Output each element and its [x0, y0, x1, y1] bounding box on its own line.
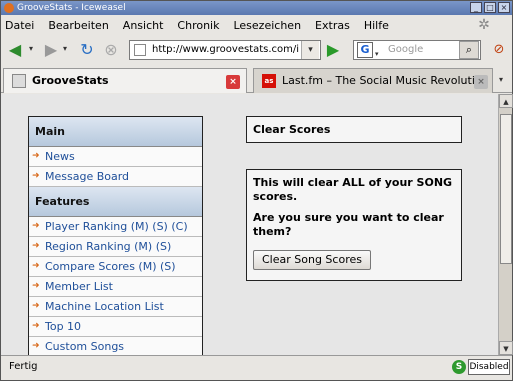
menu-bar: Datei Bearbeiten Ansicht Chronik Lesezei… — [1, 15, 512, 35]
close-window-button[interactable]: × — [498, 2, 510, 13]
reload-icon[interactable]: ↻ — [77, 40, 97, 60]
link-label[interactable]: Message Board — [45, 170, 129, 183]
go-button[interactable]: ▶ — [323, 40, 343, 60]
close-tab-icon[interactable]: × — [474, 75, 488, 89]
confirm-box: This will clear ALL of your SONG scores.… — [246, 169, 462, 281]
search-magnifier-icon[interactable]: ⌕ — [459, 41, 479, 59]
bullet-arrow-icon: ➜ — [32, 321, 40, 331]
noscript-disabled-badge[interactable]: Disabled — [468, 359, 510, 375]
tab-lastfm[interactable]: as Last.fm – The Social Music Revolution… — [253, 68, 493, 93]
link-label[interactable]: Top 10 — [45, 320, 81, 333]
link-label[interactable]: Member List — [45, 280, 113, 293]
url-bar[interactable]: http://www.groovestats.com/i — [129, 40, 321, 60]
link-label[interactable]: Compare Scores (M) (S) — [45, 260, 176, 273]
link-label[interactable]: Custom Songs — [45, 340, 124, 353]
menu-bearbeiten[interactable]: Bearbeiten — [48, 19, 108, 32]
bullet-arrow-icon: ➜ — [32, 221, 40, 231]
window-title: GrooveStats - Iceweasel — [17, 3, 126, 13]
browser-window: GrooveStats - Iceweasel _ □ × Datei Bear… — [0, 0, 513, 381]
page-content: Main ➜ News ➜ Message Board Features ➜ Play… — [1, 94, 498, 355]
search-placeholder: Google — [388, 44, 424, 55]
link-label[interactable]: Machine Location List — [45, 300, 164, 313]
status-text: Fertig — [9, 361, 38, 372]
noscript-status-icon[interactable]: S — [452, 360, 466, 374]
list-all-tabs-dropdown[interactable]: ▾ — [494, 72, 508, 88]
sidebar-section-features: Features — [29, 187, 202, 217]
sidebar-menu: Main ➜ News ➜ Message Board Features ➜ Play… — [28, 116, 203, 355]
bullet-arrow-icon: ➜ — [32, 171, 40, 181]
url-history-dropdown[interactable]: ▾ — [301, 41, 319, 59]
sidebar-link-machine-location-list[interactable]: ➜ Machine Location List — [29, 297, 202, 317]
url-text: http://www.groovestats.com/i — [152, 44, 300, 55]
tab-label: GrooveStats — [32, 74, 109, 87]
close-tab-icon[interactable]: × — [226, 75, 240, 89]
scroll-thumb[interactable] — [500, 114, 512, 264]
stop-icon[interactable]: ⊗ — [101, 40, 121, 60]
menu-lesezeichen[interactable]: Lesezeichen — [233, 19, 301, 32]
sidebar-link-compare-scores[interactable]: ➜ Compare Scores (M) (S) — [29, 257, 202, 277]
tab-groovestats[interactable]: GrooveStats × — [3, 68, 247, 93]
title-bar: GrooveStats - Iceweasel _ □ × — [1, 1, 512, 15]
sidebar-link-region-ranking[interactable]: ➜ Region Ranking (M) (S) — [29, 237, 202, 257]
tab-page-icon — [12, 74, 26, 88]
noscript-toolbar-icon[interactable]: ⊘ — [490, 41, 508, 59]
link-label[interactable]: Player Ranking (M) (S) (C) — [45, 220, 188, 233]
sidebar-link-custom-songs[interactable]: ➜ Custom Songs — [29, 337, 202, 355]
bullet-arrow-icon: ➜ — [32, 341, 40, 351]
navigation-toolbar: ◀ ▾ ▶ ▾ ↻ ⊗ http://www.groovestats.com/i… — [1, 35, 512, 65]
page-title: Clear Scores — [253, 123, 331, 136]
menu-datei[interactable]: Datei — [5, 19, 34, 32]
scroll-down-arrow-icon[interactable]: ▼ — [499, 341, 513, 355]
scroll-up-arrow-icon[interactable]: ▲ — [499, 94, 513, 108]
warning-text: This will clear ALL of your SONG scores. — [253, 176, 453, 203]
sidebar-link-member-list[interactable]: ➜ Member List — [29, 277, 202, 297]
google-engine-icon[interactable]: G — [357, 42, 373, 58]
bullet-arrow-icon: ➜ — [32, 301, 40, 311]
minimize-button[interactable]: _ — [470, 2, 482, 13]
forward-history-dropdown[interactable]: ▾ — [63, 43, 71, 55]
bullet-arrow-icon: ➜ — [32, 151, 40, 161]
throbber-icon: ✲ — [478, 17, 490, 33]
iceweasel-icon — [4, 3, 14, 13]
bullet-arrow-icon: ➜ — [32, 261, 40, 271]
menu-extras[interactable]: Extras — [315, 19, 350, 32]
menu-chronik[interactable]: Chronik — [177, 19, 219, 32]
sidebar-link-news[interactable]: ➜ News — [29, 147, 202, 167]
confirm-question: Are you sure you want to clear them? — [253, 211, 444, 238]
lastfm-icon: as — [262, 74, 276, 88]
menu-hilfe[interactable]: Hilfe — [364, 19, 389, 32]
sidebar-link-top-10[interactable]: ➜ Top 10 — [29, 317, 202, 337]
vertical-scrollbar[interactable]: ▲ ▼ — [498, 94, 513, 355]
maximize-button[interactable]: □ — [484, 2, 496, 13]
tab-bar: GrooveStats × as Last.fm – The Social Mu… — [1, 65, 512, 93]
bullet-arrow-icon: ➜ — [32, 241, 40, 251]
link-label[interactable]: News — [45, 150, 75, 163]
back-arrow-icon[interactable]: ◀ — [5, 40, 25, 60]
page-icon — [134, 44, 146, 56]
clear-song-scores-button[interactable]: Clear Song Scores — [253, 250, 371, 270]
tab-label: Last.fm – The Social Music Revolution — [282, 74, 489, 87]
sidebar-link-message-board[interactable]: ➜ Message Board — [29, 167, 202, 187]
page-title-box: Clear Scores — [246, 116, 462, 143]
status-bar: Fertig S Disabled — [1, 355, 512, 381]
search-engine-dropdown[interactable]: ▾ — [375, 45, 379, 63]
back-history-dropdown[interactable]: ▾ — [29, 43, 37, 55]
sidebar-section-main: Main — [29, 117, 202, 147]
bullet-arrow-icon: ➜ — [32, 281, 40, 291]
sidebar-link-player-ranking[interactable]: ➜ Player Ranking (M) (S) (C) — [29, 217, 202, 237]
forward-arrow-icon[interactable]: ▶ — [41, 40, 61, 60]
menu-ansicht[interactable]: Ansicht — [123, 19, 164, 32]
link-label[interactable]: Region Ranking (M) (S) — [45, 240, 171, 253]
